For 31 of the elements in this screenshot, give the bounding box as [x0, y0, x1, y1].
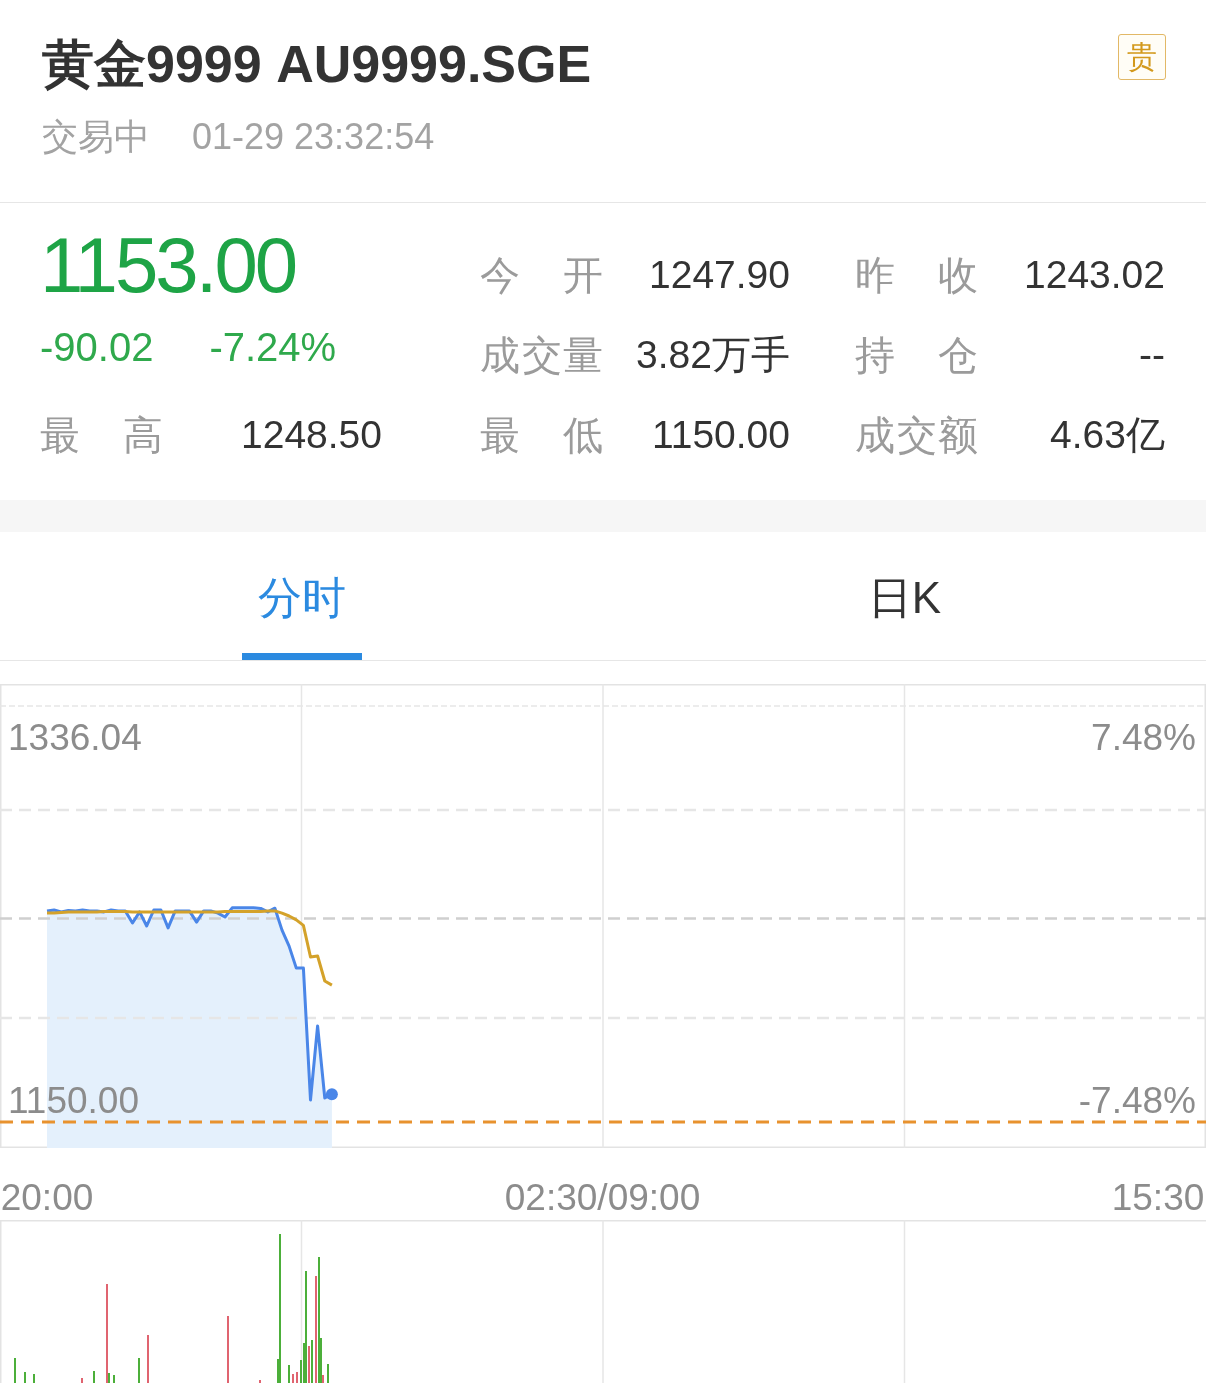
market-badge: 贵 [1118, 34, 1166, 80]
percent-axis-label: 7.48% [1091, 717, 1196, 758]
trading-status: 交易中 [42, 117, 150, 157]
stat-label: 成交额 [855, 412, 978, 459]
chart-tab[interactable]: 日K [851, 532, 958, 660]
price-change: -90.02 [40, 325, 154, 369]
stat-value: 1150.00 [650, 412, 790, 458]
last-price: 1153.00 [40, 225, 296, 305]
change-percent: -7.24% [209, 325, 337, 369]
chart-tab[interactable]: 分时 [241, 532, 362, 660]
time-axis-label: 15:30 [1111, 1177, 1205, 1218]
time-axis-label: 20:00 [0, 1177, 94, 1218]
stat-label: 持仓 [855, 332, 978, 379]
stat-value: 1247.90 [648, 252, 790, 298]
stat-label: 昨收 [855, 252, 978, 299]
stat-value: -- [1138, 332, 1165, 378]
stat-value: 1248.50 [240, 412, 382, 458]
instrument-title: 黄金9999 AU9999.SGE [42, 36, 592, 92]
percent-axis-label: -7.48% [1078, 1080, 1196, 1121]
quote-time: 01-29 23:32:54 [192, 117, 435, 157]
stat-label: 最低 [480, 412, 603, 459]
point-marker-icon [325, 1088, 338, 1101]
stat-value: 1243.02 [1023, 252, 1165, 298]
stat-value: 3.82万手 [635, 332, 790, 378]
stat-value: 4.63亿 [1049, 412, 1165, 458]
price-axis-label: 1150.00 [8, 1080, 139, 1121]
stat-label: 成交量 [480, 332, 603, 379]
time-axis-label: 02:30/09:00 [504, 1177, 701, 1218]
stat-label: 最高 [40, 412, 163, 459]
stat-label: 今开 [480, 252, 603, 299]
price-axis-label: 1336.04 [8, 717, 142, 758]
